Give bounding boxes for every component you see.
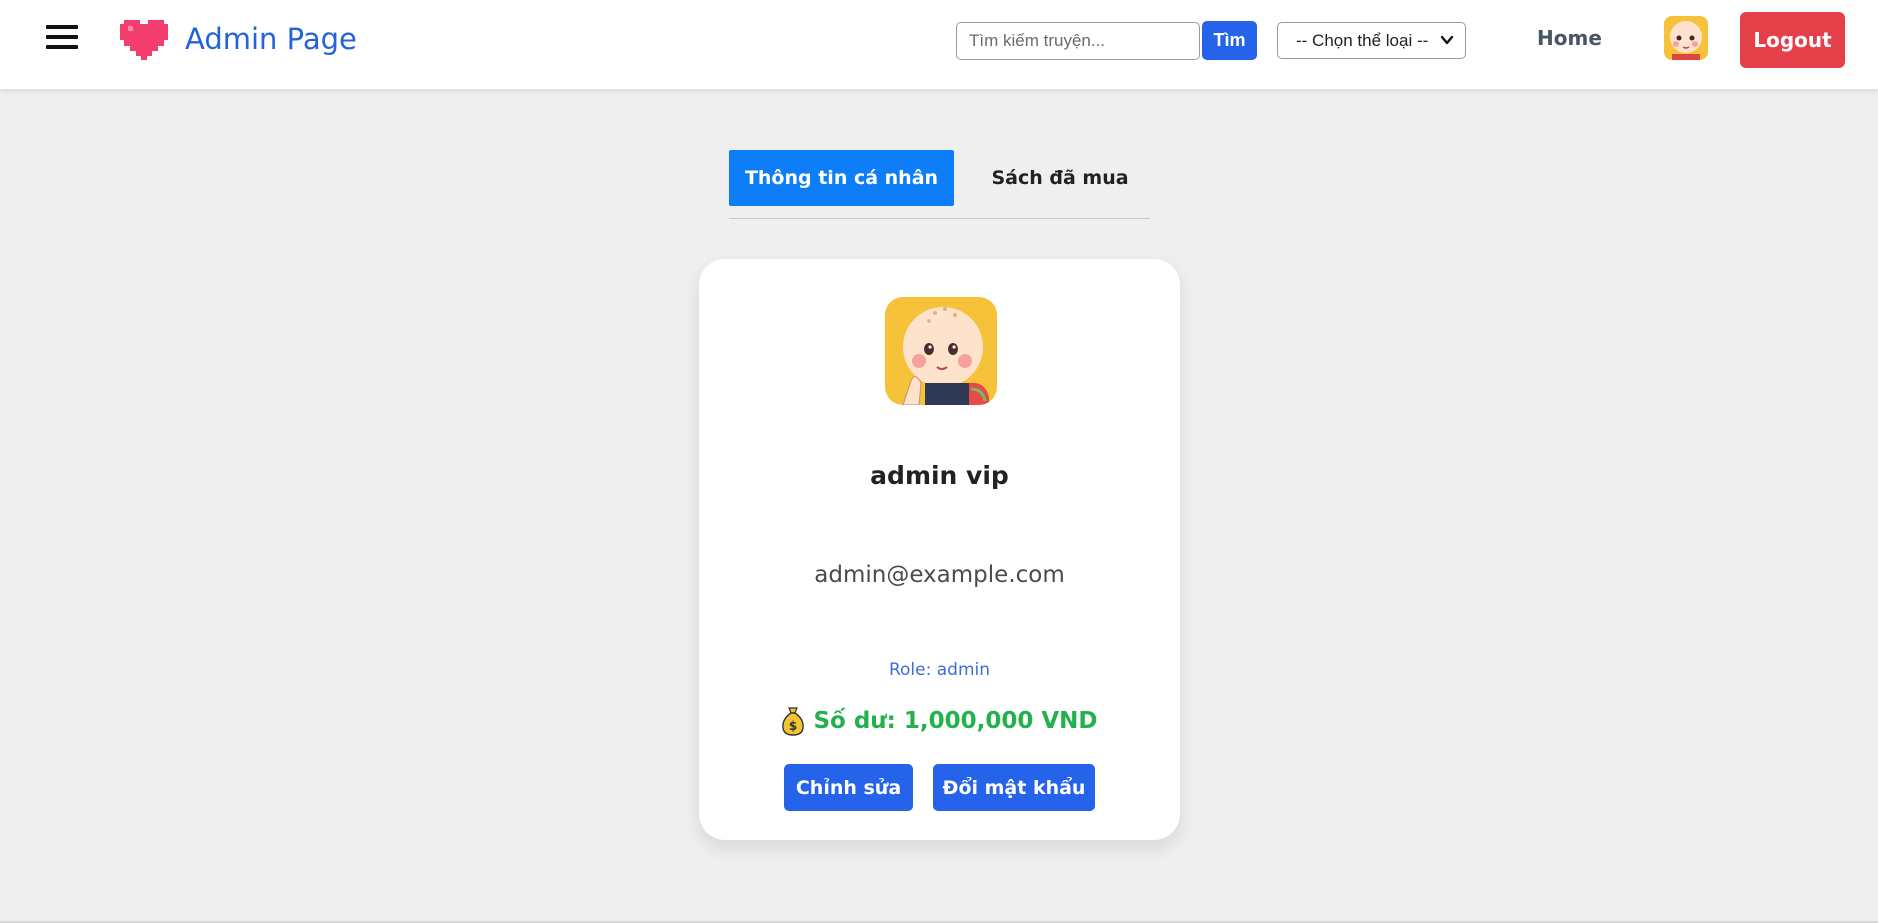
- tab-personal-info[interactable]: Thông tin cá nhân: [729, 150, 954, 206]
- user-avatar[interactable]: [1664, 16, 1708, 60]
- money-bag-icon: $: [782, 707, 805, 736]
- heart-logo-icon: [120, 20, 168, 60]
- balance-row: $ Số dư: 1,000,000 VND: [699, 706, 1180, 736]
- genre-select[interactable]: -- Chọn thể loại --: [1277, 22, 1466, 59]
- brand-title[interactable]: Admin Page: [185, 22, 357, 56]
- menu-icon[interactable]: [46, 25, 78, 53]
- chevron-down-icon: [1440, 35, 1454, 45]
- profile-email: admin@example.com: [814, 562, 1065, 588]
- profile-card: admin vip admin@example.com Role: admin …: [699, 259, 1180, 840]
- home-link[interactable]: Home: [1537, 26, 1602, 50]
- change-password-button[interactable]: Đổi mật khẩu: [933, 764, 1095, 811]
- balance-text: Số dư: 1,000,000 VND: [813, 708, 1098, 734]
- search-button[interactable]: Tìm: [1202, 21, 1257, 60]
- genre-select-value: -- Chọn thể loại --: [1296, 30, 1429, 50]
- svg-text:$: $: [789, 719, 797, 733]
- profile-role: Role: admin: [888, 660, 991, 680]
- logout-button[interactable]: Logout: [1740, 12, 1845, 68]
- search-input[interactable]: [956, 22, 1200, 60]
- navbar: Admin Page Tìm -- Chọn thể loại -- Home …: [0, 0, 1878, 89]
- tab-purchased-books[interactable]: Sách đã mua: [971, 150, 1149, 206]
- edit-profile-button[interactable]: Chỉnh sửa: [784, 764, 913, 811]
- profile-tabs: Thông tin cá nhân Sách đã mua: [729, 150, 1150, 219]
- profile-username: admin vip: [870, 461, 1009, 490]
- profile-avatar: [885, 297, 997, 405]
